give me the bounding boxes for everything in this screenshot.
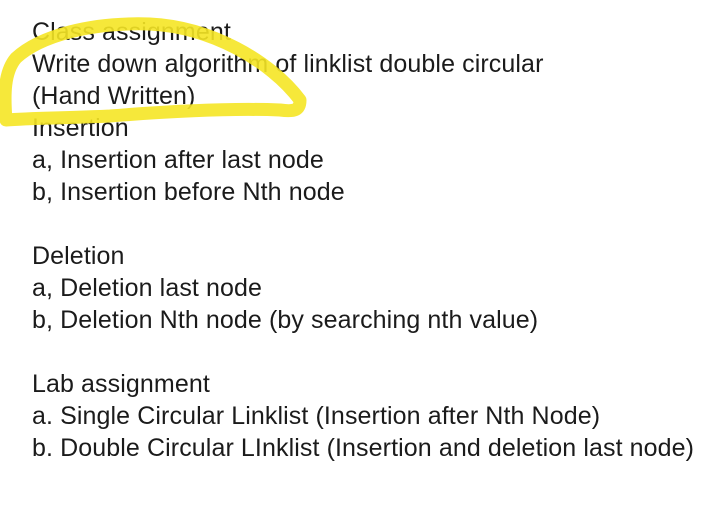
insertion-item-a: a, Insertion after last node — [32, 146, 324, 174]
class-assignment-task: Write down algorithm of linklist double … — [32, 50, 544, 78]
deletion-item-a: a, Deletion last node — [32, 274, 263, 302]
deletion-heading: Deletion — [32, 242, 125, 270]
class-assignment-heading: Class assignment — [32, 18, 231, 46]
lab-item-a: a. Single Circular Linklist (Insertion a… — [32, 402, 601, 430]
hand-written-note: (Hand Written) — [32, 82, 196, 110]
lab-item-b: b. Double Circular LInklist (Insertion a… — [32, 434, 695, 462]
assignment-text: Class assignment Write down algorithm of… — [32, 16, 702, 464]
lab-assignment-heading: Lab assignment — [32, 370, 210, 398]
document-page: Class assignment Write down algorithm of… — [0, 0, 720, 514]
deletion-item-b: b, Deletion Nth node (by searching nth v… — [32, 306, 539, 334]
insertion-heading: Insertion — [32, 114, 129, 142]
insertion-item-b: b, Insertion before Nth node — [32, 178, 345, 206]
